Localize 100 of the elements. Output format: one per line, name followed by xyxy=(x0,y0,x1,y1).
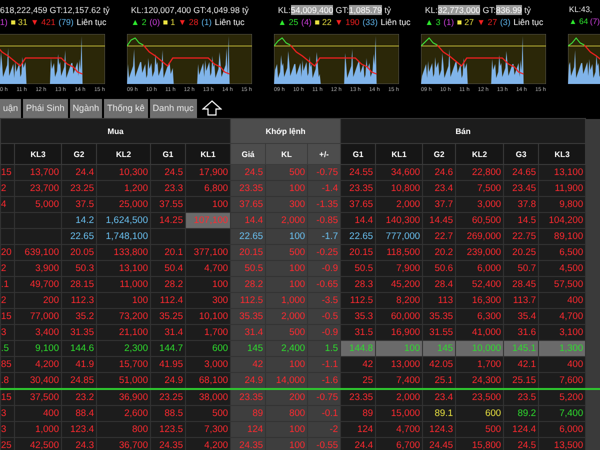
count-text: ▲ 2 xyxy=(131,16,147,28)
table-cell: 77,000 xyxy=(14,308,62,324)
table-cell: 23.2 xyxy=(62,389,96,406)
table-cell: 23.5 xyxy=(504,389,539,406)
table-cell: 23.35 xyxy=(340,389,376,406)
table-cell: 2,000 xyxy=(266,212,308,228)
table-cell: 22.65 xyxy=(62,228,96,244)
count-text: (0) xyxy=(150,16,160,28)
table-cell: 13,100 xyxy=(538,164,586,180)
table-cell: 20.05 xyxy=(62,244,96,260)
table-cell: -0.9 xyxy=(308,260,341,276)
count-text: ■ 22 xyxy=(314,16,332,28)
table-cell: 89.1 xyxy=(422,406,456,422)
table-cell: -3.5 xyxy=(308,292,341,308)
table-cell: 23,700 xyxy=(14,180,62,196)
table-cell: 85 xyxy=(0,356,14,372)
column-header: G1 xyxy=(150,144,186,164)
table-cell: -2 xyxy=(308,422,341,438)
count-text: ■ 27 xyxy=(456,16,474,28)
table-cell: 49,700 xyxy=(14,276,62,292)
table-cell: 144.8 xyxy=(340,340,376,356)
table-cell: 1,700 xyxy=(186,324,231,340)
column-header: KL2 xyxy=(96,144,150,164)
table-cell: 100 xyxy=(266,260,308,276)
table-cell: 400 xyxy=(538,356,586,372)
table-cell: 239,000 xyxy=(456,244,504,260)
table-cell: 16,900 xyxy=(376,324,423,340)
table-cell: 1,300 xyxy=(538,340,586,356)
table-cell: 31.5 xyxy=(340,324,376,340)
tab[interactable]: Phái Sinh xyxy=(23,98,68,118)
count-text: (4) xyxy=(301,16,312,28)
table-cell: 144.6 xyxy=(62,340,96,356)
column-header: KL2 xyxy=(456,144,504,164)
table-cell: 10,100 xyxy=(186,308,231,324)
count-text: ▼ 27 xyxy=(476,16,498,28)
table-cell: 100 xyxy=(186,276,231,292)
table-cell: 7,300 xyxy=(186,422,231,438)
count-text: (33) xyxy=(362,16,378,28)
count-text: (3) xyxy=(500,16,510,28)
table-cell: 28.3 xyxy=(340,276,376,292)
table-cell: 31.35 xyxy=(62,324,96,340)
table-cell: 23.4 xyxy=(422,180,456,196)
column-header: KL1 xyxy=(376,144,423,164)
tab[interactable]: Ngành xyxy=(70,98,102,118)
session-status: Liên tục xyxy=(214,16,245,28)
table-cell: 2,400 xyxy=(266,340,308,356)
table-cell: 24.65 xyxy=(504,164,539,180)
session-status: Liên tục xyxy=(76,16,106,28)
table-cell: 22,800 xyxy=(456,164,504,180)
table-cell: 100 xyxy=(266,228,308,244)
table-cell: 13,500 xyxy=(538,438,586,450)
table-cell: -0.75 xyxy=(308,164,341,180)
table-cell: 500 xyxy=(266,164,308,180)
table-cell: 23,500 xyxy=(456,389,504,406)
table-cell: 4,200 xyxy=(186,438,231,450)
count-text: (1) xyxy=(201,16,212,28)
table-cell: 16,300 xyxy=(456,292,504,308)
table-cell: 57,500 xyxy=(538,276,586,292)
table-cell: 112.5 xyxy=(340,292,376,308)
table-cell: 28.2 xyxy=(150,276,186,292)
table-cell: 89,100 xyxy=(538,228,586,244)
count-text: (1) xyxy=(444,16,454,28)
column-group-header: Khớp lệnh xyxy=(230,118,341,144)
table-cell: 400 xyxy=(14,406,62,422)
table-cell: -0.1 xyxy=(308,406,341,422)
table-cell: 500 xyxy=(266,244,308,260)
table-cell: 8,200 xyxy=(376,292,423,308)
table-cell: 100 xyxy=(266,180,308,196)
column-header: KL1 xyxy=(186,144,231,164)
table-cell: 1,700 xyxy=(456,356,504,372)
table-cell: 14.4 xyxy=(340,212,376,228)
table-cell: 10,800 xyxy=(376,180,423,196)
table-cell: 113.7 xyxy=(504,292,539,308)
table-cell: 800 xyxy=(266,406,308,422)
table-cell: 15,800 xyxy=(456,438,504,450)
table-cell: 20.2 xyxy=(422,244,456,260)
table-cell: 20.1 xyxy=(150,244,186,260)
table-cell: 22.75 xyxy=(504,228,539,244)
table-cell: 23.35 xyxy=(340,180,376,196)
table-cell: 50.3 xyxy=(62,260,96,276)
table-cell: 15,700 xyxy=(96,356,150,372)
table-cell: 124.3 xyxy=(422,422,456,438)
table-cell: 145.1 xyxy=(504,340,539,356)
table-cell: .5 xyxy=(0,340,14,356)
table-cell: 500 xyxy=(186,406,231,422)
table-cell: 13,000 xyxy=(376,356,423,372)
tab[interactable]: Thống kê xyxy=(104,98,148,118)
table-cell: 144.7 xyxy=(150,340,186,356)
table-cell: 100 xyxy=(266,438,308,450)
table-cell: 2 xyxy=(0,180,14,196)
table-cell: 37.7 xyxy=(422,196,456,212)
tab[interactable]: Danh mục xyxy=(150,98,197,118)
table-cell: 100 xyxy=(266,276,308,292)
table-cell: 5,000 xyxy=(14,196,62,212)
tab[interactable]: uận xyxy=(0,98,22,118)
table-cell: 4,700 xyxy=(186,260,231,276)
table-cell: -0.5 xyxy=(308,308,341,324)
table-cell: 6,700 xyxy=(376,438,423,450)
table-cell: 35.35 xyxy=(230,308,266,324)
table-cell: 28.4 xyxy=(422,276,456,292)
